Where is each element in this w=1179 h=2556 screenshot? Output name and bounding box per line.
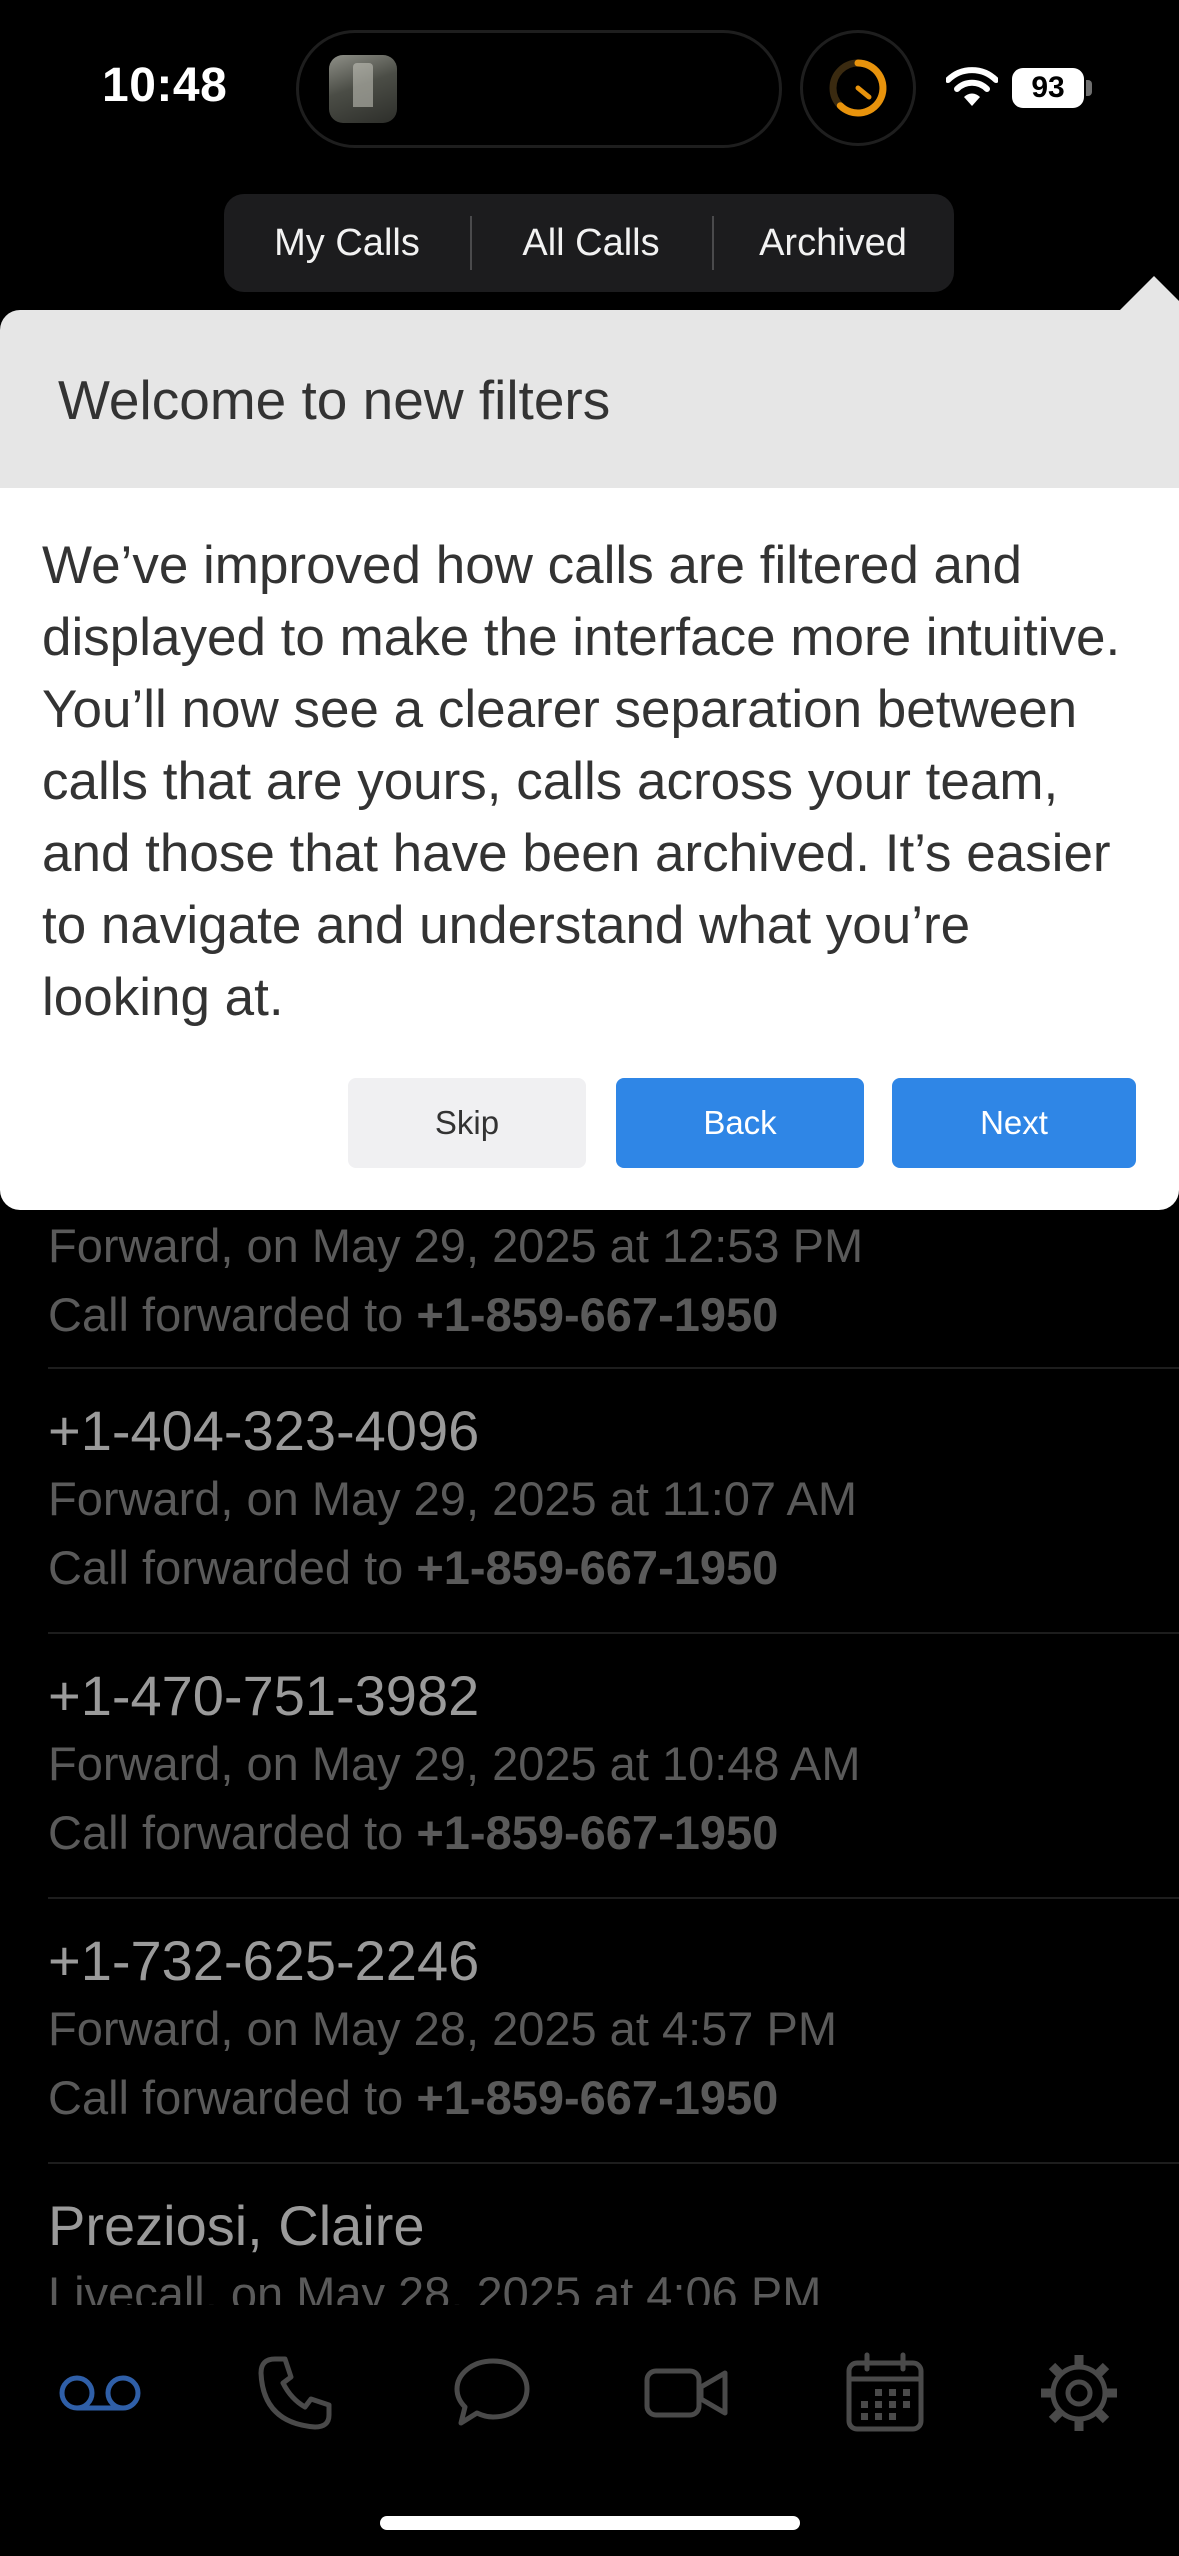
tab-my-calls[interactable]: My Calls [224,194,470,292]
divider [48,2162,1179,2164]
call-forward-info: Call forwarded to +1-859-667-1950 [48,1287,1131,1342]
voicemail-icon [59,2375,141,2411]
battery-level: 93 [1012,68,1084,108]
caller-name: +1-732-625-2246 [48,1929,480,1992]
wifi-icon [946,67,998,106]
filter-segmented-control: My Calls All Calls Archived [224,194,954,292]
timer-icon [829,59,887,117]
next-button[interactable]: Next [892,1078,1136,1168]
status-time: 10:48 [102,59,228,112]
call-meta: Forward, on May 28, 2025 at 4:57 PM [48,2002,837,2055]
phone-icon [258,2356,332,2430]
tab-phone[interactable] [240,2343,350,2443]
timer-live-activity[interactable] [800,30,916,146]
back-button[interactable]: Back [616,1078,864,1168]
call-meta: Forward, on May 29, 2025 at 12:53 PM [48,1219,864,1272]
popover-description: We’ve improved how calls are filtered an… [42,536,1121,1027]
tab-video[interactable] [632,2343,742,2443]
status-bar: 10:48 93 [0,0,1179,175]
caller-name: +1-404-323-4096 [48,1399,480,1462]
forward-number: +1-859-667-1950 [416,2071,779,2124]
tab-all-calls[interactable]: All Calls [470,194,712,292]
list-item[interactable]: +1-404-323-4096 Forward, on May 29, 2025… [48,1398,1131,1595]
divider [48,1632,1179,1634]
call-forward-info: Call forwarded to +1-859-667-1950 [48,1540,1131,1595]
list-item[interactable]: Preziosi, Claire Livecall, on May 28, 20… [48,2193,1131,2305]
call-meta: Forward, on May 29, 2025 at 11:07 AM [48,1472,858,1525]
caller-name: +1-470-751-3982 [48,1664,480,1727]
tab-calendar[interactable] [830,2343,940,2443]
forward-prefix: Call forwarded to [48,1806,417,1859]
call-meta: Livecall, on May 28, 2025 at 4:06 PM [48,2267,822,2305]
divider [48,1367,1179,1369]
popover-header: Welcome to new filters [0,310,1179,488]
tab-voicemail[interactable] [45,2343,155,2443]
skip-button[interactable]: Skip [348,1078,586,1168]
now-playing-artwork[interactable] [329,55,397,123]
call-forward-info: Call forwarded to +1-859-667-1950 [48,2070,1131,2125]
tab-chat[interactable] [436,2343,546,2443]
popover-body: We’ve improved how calls are filtered an… [0,488,1179,1210]
popover-arrow [1118,276,1179,312]
forward-number: +1-859-667-1950 [416,1288,779,1341]
call-forward-info: Call forwarded to +1-859-667-1950 [48,1805,1131,1860]
settings-icon [1041,2355,1117,2431]
forward-number: +1-859-667-1950 [416,1541,779,1594]
forward-prefix: Call forwarded to [48,1288,417,1341]
forward-prefix: Call forwarded to [48,2071,417,2124]
list-item[interactable]: +1-732-625-2246 Forward, on May 28, 2025… [48,1928,1131,2125]
forward-prefix: Call forwarded to [48,1541,417,1594]
tab-settings[interactable] [1024,2343,1134,2443]
divider [48,1897,1179,1899]
battery-indicator: 93 [1012,68,1092,108]
list-item[interactable]: +1-470-751-3982 Forward, on May 29, 2025… [48,1663,1131,1860]
call-list: Forward, on May 29, 2025 at 12:53 PM Cal… [0,1180,1179,2305]
list-item[interactable]: Forward, on May 29, 2025 at 12:53 PM Cal… [48,1210,1131,1342]
battery-tip [1086,80,1092,96]
call-meta: Forward, on May 29, 2025 at 10:48 AM [48,1737,861,1790]
tab-archived[interactable]: Archived [712,194,954,292]
caller-name: Preziosi, Claire [48,2194,425,2257]
chat-icon [454,2358,530,2426]
dynamic-island[interactable] [296,30,782,148]
popover-title: Welcome to new filters [58,369,611,431]
calendar-icon [846,2352,924,2432]
home-indicator[interactable] [380,2516,800,2530]
video-icon [644,2368,728,2418]
forward-number: +1-859-667-1950 [416,1806,779,1859]
onboarding-popover: Welcome to new filters We’ve improved ho… [0,310,1179,1210]
